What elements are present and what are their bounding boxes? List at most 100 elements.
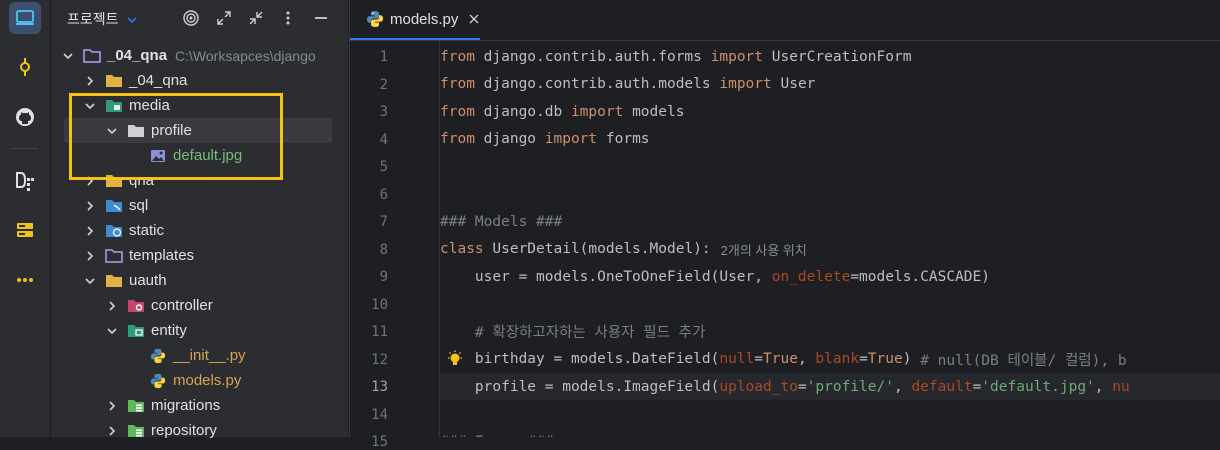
chevron-right-icon[interactable] <box>105 424 119 438</box>
python-file-icon <box>149 373 167 389</box>
target-icon[interactable] <box>182 9 200 27</box>
code-token: import <box>719 76 772 92</box>
chevron-right-icon[interactable] <box>83 249 97 263</box>
tree-item-migrations[interactable]: migrations <box>51 393 348 418</box>
panel-title[interactable]: 프로젝트 <box>67 9 138 29</box>
code-token: UserCreationForm <box>763 48 912 65</box>
chevron-down-icon[interactable] <box>61 49 75 63</box>
usage-inlay-hint[interactable]: 2개의 사용 위치 <box>721 240 807 259</box>
lightbulb-icon[interactable] <box>446 350 464 368</box>
tree-item-static[interactable]: static <box>51 218 348 243</box>
tree-item-sql[interactable]: sql <box>51 193 348 218</box>
tree-item-models-py[interactable]: models.py <box>51 368 348 393</box>
more-icon[interactable] <box>9 264 41 296</box>
code-token: import <box>570 103 624 120</box>
code-token: default <box>911 378 973 395</box>
chevron-down-icon[interactable] <box>105 324 119 338</box>
tab-models-py[interactable]: models.py <box>350 0 480 40</box>
code-line[interactable]: from django.db import models <box>440 98 1220 125</box>
line-number: 4 <box>379 131 388 148</box>
code-line[interactable]: ### Models ### <box>440 208 1220 235</box>
code-token: user = models.OneToOneField(User, <box>440 268 772 285</box>
module-folder-icon <box>83 48 101 64</box>
tree-item-init-py[interactable]: __init__.py <box>51 343 348 368</box>
tree-item-repository[interactable]: repository <box>51 418 348 443</box>
chevron-right-icon[interactable] <box>105 299 119 313</box>
project-icon[interactable] <box>9 2 41 34</box>
chevron-right-icon[interactable] <box>83 224 97 238</box>
code-line[interactable]: user = models.OneToOneField(User, on_del… <box>440 263 1220 290</box>
code-line[interactable] <box>440 181 1220 208</box>
services-icon[interactable] <box>9 214 41 246</box>
code-token: forms <box>597 131 650 147</box>
chevron-right-icon[interactable] <box>83 74 97 88</box>
expand-icon[interactable] <box>215 9 233 27</box>
tree-item-templates[interactable]: templates <box>51 243 348 268</box>
code-area[interactable]: from django.contrib.auth.forms import Us… <box>439 41 1220 437</box>
code-token: django.db <box>474 103 571 120</box>
code-token: ### Models ### <box>440 213 563 230</box>
tree-item-controller[interactable]: controller <box>51 293 348 318</box>
folder-outline-icon <box>105 248 123 264</box>
github-icon[interactable] <box>9 101 41 133</box>
tree-item-label: static <box>129 222 165 239</box>
code-line[interactable]: from django.contrib.auth.models import U… <box>440 71 1220 98</box>
chevron-down-icon[interactable] <box>126 14 138 26</box>
tree-item-label: uauth <box>129 272 167 289</box>
code-line[interactable]: profile = models.ImageField(upload_to ='p… <box>440 373 1220 400</box>
code-token: , <box>1094 378 1113 395</box>
python-file-icon <box>366 10 384 28</box>
more-vert-icon[interactable] <box>279 9 297 27</box>
tree-item-entity[interactable]: entity <box>51 318 348 343</box>
code-token: from <box>440 103 475 120</box>
minimize-icon[interactable] <box>312 9 330 27</box>
code-token: import <box>544 131 598 147</box>
line-number-gutter: 1 2 3 4 5 6 7 8 9 10 11 12 13 14 15 <box>350 41 438 450</box>
code-token: = <box>754 351 764 367</box>
code-line[interactable]: class UserDetail(models.Model): 2개의 사용 위치 <box>440 236 1220 263</box>
code-token: import <box>710 48 764 65</box>
line-number: 13 <box>371 379 388 395</box>
code-line[interactable] <box>440 401 1220 428</box>
code-line[interactable] <box>440 291 1220 318</box>
tree-item-label: templates <box>129 247 195 264</box>
sql-folder-icon <box>105 198 123 214</box>
line-number: 8 <box>379 241 388 258</box>
tree-item-label: entity <box>151 322 187 339</box>
tree-item-label: _04_qna <box>129 72 188 89</box>
code-token: # null(DB 테이블/ 컬럼), b <box>920 352 1127 369</box>
tree-item-04-qna[interactable]: _04_qna C:\Worksapces\django <box>51 43 348 68</box>
line-number: 14 <box>371 406 388 423</box>
editor-tab-bar: models.py <box>350 0 1220 41</box>
code-token: True <box>867 351 903 367</box>
code-token: nu <box>1112 378 1130 395</box>
structure-icon[interactable] <box>9 165 41 197</box>
close-icon[interactable] <box>468 13 480 25</box>
tree-item-04-qna[interactable]: _04_qna <box>51 68 348 93</box>
code-line[interactable]: # 확장하고자하는 사용자 필드 추가 <box>440 318 1220 345</box>
code-token: UserDetail(models.Model): <box>483 241 711 257</box>
chevron-right-icon[interactable] <box>83 199 97 213</box>
tree-item-uauth[interactable]: uauth <box>51 268 348 293</box>
commit-icon[interactable] <box>9 51 41 83</box>
code-token: 'default.jpg' <box>981 378 1095 395</box>
code-token: =models.CASCADE) <box>850 268 990 285</box>
code-line[interactable] <box>440 153 1220 180</box>
project-panel-header: 프로젝트 <box>51 0 348 36</box>
code-token: null <box>719 351 755 367</box>
activity-bar <box>0 0 51 437</box>
code-line[interactable]: birthday = models.DateField(null = True, b… <box>440 346 1220 373</box>
line-number: 10 <box>371 296 388 313</box>
chevron-right-icon[interactable] <box>105 399 119 413</box>
code-line[interactable]: ### Forms ### <box>440 428 1220 438</box>
chevron-down-icon[interactable] <box>83 274 97 288</box>
code-token: blank <box>815 351 860 367</box>
collapse-icon[interactable] <box>247 9 265 27</box>
line-number: 12 <box>371 351 388 368</box>
code-token: django.contrib.auth.forms <box>474 48 711 65</box>
code-token: from <box>440 76 475 92</box>
code-line[interactable]: from django.contrib.auth.forms import Us… <box>440 43 1220 70</box>
code-line[interactable]: from django import forms <box>440 126 1220 153</box>
line-number: 7 <box>379 214 388 230</box>
